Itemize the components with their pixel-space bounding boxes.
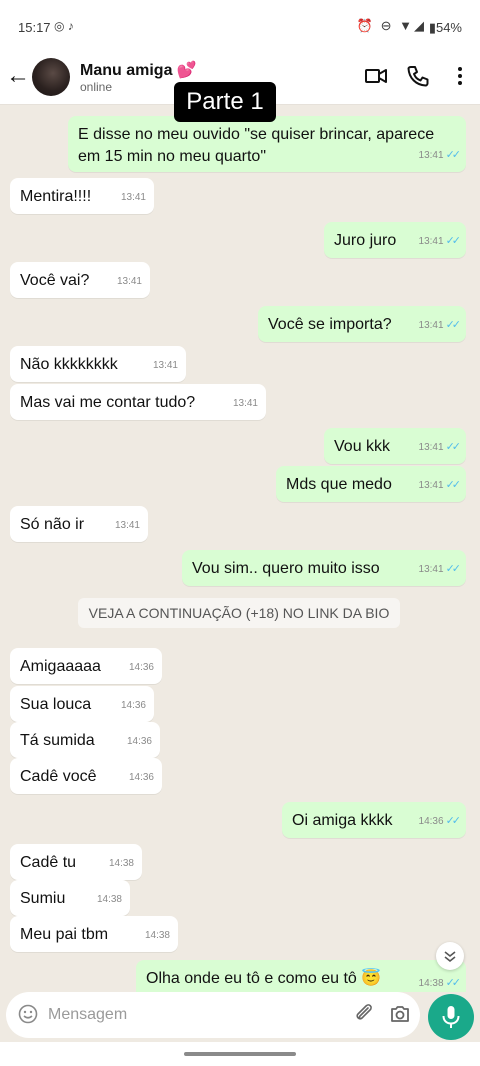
video-part-label: Parte 1 (174, 82, 276, 122)
message-text: Tá sumida (20, 732, 95, 749)
message-input-container[interactable]: Mensagem (6, 992, 420, 1038)
message-meta: 13:41 ✓✓ (418, 149, 462, 161)
mic-icon (442, 1006, 460, 1028)
home-gesture-handle[interactable] (184, 1052, 296, 1056)
message-bubble-out[interactable]: Vou sim.. quero muito isso 13:41 ✓✓ (182, 550, 466, 586)
video-call-icon[interactable] (364, 64, 388, 88)
message-meta: 13:41 (152, 360, 178, 371)
status-bar: 15:17 ◎ ♪ ⏰ ⊖ ▼◢ ▮54% (0, 0, 480, 52)
message-meta: 14:36 (128, 662, 154, 673)
message-bubble-out[interactable]: Oi amiga kkkk 14:36 ✓✓ (282, 802, 466, 838)
read-ticks-icon: ✓✓ (445, 479, 462, 491)
message-bubble-out[interactable]: E disse no meu ouvido "se quiser brincar… (68, 116, 466, 172)
read-ticks-icon: ✓✓ (445, 441, 462, 453)
message-text: Juro juro (334, 232, 397, 249)
message-bubble-out[interactable]: Você se importa? 13:41 ✓✓ (258, 306, 466, 342)
message-meta: 13:41 (232, 398, 258, 409)
message-bubble-in[interactable]: Cadê tu 14:38 (10, 844, 142, 880)
message-text: Você vai? (20, 272, 90, 289)
message-meta: 14:36 ✓✓ (418, 815, 462, 827)
phone-icon[interactable] (406, 64, 430, 88)
read-ticks-icon: ✓✓ (445, 149, 462, 161)
message-text: E disse no meu ouvido "se quiser brincar… (78, 126, 435, 165)
chevrons-down-icon[interactable] (436, 942, 464, 970)
chat-area[interactable]: E disse no meu ouvido "se quiser brincar… (0, 104, 480, 992)
read-ticks-icon: ✓✓ (445, 319, 462, 331)
system-notice: VEJA A CONTINUAÇÃO (+18) NO LINK DA BIO (78, 598, 400, 628)
message-text: Você se importa? (268, 316, 392, 333)
message-text: Mds que medo (286, 476, 392, 493)
contact-name[interactable]: Manu amiga 💕 (80, 60, 197, 80)
message-meta: 14:38 (144, 930, 170, 941)
message-meta: 13:41 (114, 520, 140, 531)
message-composer: Mensagem (0, 992, 480, 1042)
message-bubble-out[interactable]: Vou kkk 13:41 ✓✓ (324, 428, 466, 464)
message-bubble-in[interactable]: Sua louca 14:36 (10, 686, 154, 722)
message-bubble-out[interactable]: Mds que medo 13:41 ✓✓ (276, 466, 466, 502)
message-bubble-in[interactable]: Mentira!!!! 13:41 (10, 178, 154, 214)
message-text: Não kkkkkkkk (20, 356, 118, 373)
message-meta: 14:36 (128, 772, 154, 783)
notification-icons: ◎ ♪ (54, 19, 74, 33)
read-ticks-icon: ✓✓ (445, 235, 462, 247)
read-ticks-icon: ✓✓ (445, 563, 462, 575)
attach-icon[interactable] (352, 1002, 376, 1026)
message-bubble-out[interactable]: Juro juro 13:41 ✓✓ (324, 222, 466, 258)
message-text: Vou sim.. quero muito isso (192, 560, 380, 577)
message-meta: 13:41 (120, 192, 146, 203)
message-meta: 14:36 (126, 736, 152, 747)
message-meta: 13:41 ✓✓ (418, 235, 462, 247)
message-bubble-in[interactable]: Meu pai tbm 14:38 (10, 916, 178, 952)
message-bubble-out[interactable]: Olha onde eu tô e como eu tô 😇 14:38 ✓✓ (136, 960, 466, 992)
status-time: 15:17 (18, 20, 51, 35)
message-text: Mas vai me contar tudo? (20, 394, 196, 411)
voice-message-button[interactable] (428, 994, 474, 1040)
message-text: Só não ir (20, 516, 85, 533)
message-meta: 13:41 (116, 276, 142, 287)
message-bubble-in[interactable]: Mas vai me contar tudo? 13:41 (10, 384, 266, 420)
message-meta: 14:38 (108, 858, 134, 869)
message-text: Cadê você (20, 768, 97, 785)
message-bubble-in[interactable]: Não kkkkkkkk 13:41 (10, 346, 186, 382)
message-bubble-in[interactable]: Sumiu 14:38 (10, 880, 130, 916)
message-meta: 14:36 (120, 700, 146, 711)
camera-icon[interactable] (388, 1002, 412, 1026)
message-bubble-in[interactable]: Cadê você 14:36 (10, 758, 162, 794)
message-bubble-in[interactable]: Tá sumida 14:36 (10, 722, 160, 758)
message-text: Oi amiga kkkk (292, 812, 393, 829)
message-meta: 14:38 ✓✓ (418, 977, 462, 989)
read-ticks-icon: ✓✓ (445, 977, 462, 989)
message-text: Cadê tu (20, 854, 77, 871)
message-input[interactable]: Mensagem (48, 1006, 127, 1024)
emoji-icon[interactable] (18, 1004, 38, 1024)
message-meta: 13:41 ✓✓ (418, 479, 462, 491)
message-text: Olha onde eu tô e como eu tô 😇 (146, 970, 382, 987)
message-text: Meu pai tbm (20, 926, 109, 943)
message-meta: 13:41 ✓✓ (418, 319, 462, 331)
message-text: Sumiu (20, 890, 66, 907)
battery-level: ▮54% (428, 20, 462, 35)
message-text: Mentira!!!! (20, 188, 92, 205)
contact-status: online (80, 80, 113, 94)
system-nav-bar (0, 1042, 480, 1066)
message-meta: 14:38 (96, 894, 122, 905)
message-bubble-in[interactable]: Amigaaaaa 14:36 (10, 648, 162, 684)
message-text: Amigaaaaa (20, 658, 101, 675)
system-icons: ⏰ ⊖ ▼◢ (356, 18, 426, 33)
more-vert-icon[interactable] (448, 64, 472, 88)
message-bubble-in[interactable]: Você vai? 13:41 (10, 262, 150, 298)
contact-avatar[interactable] (32, 58, 70, 96)
message-text: Vou kkk (334, 438, 391, 455)
message-meta: 13:41 ✓✓ (418, 563, 462, 575)
message-meta: 13:41 ✓✓ (418, 441, 462, 453)
message-bubble-in[interactable]: Só não ir 13:41 (10, 506, 148, 542)
back-arrow-icon[interactable]: ← (6, 62, 30, 90)
read-ticks-icon: ✓✓ (445, 815, 462, 827)
message-text: Sua louca (20, 696, 92, 713)
